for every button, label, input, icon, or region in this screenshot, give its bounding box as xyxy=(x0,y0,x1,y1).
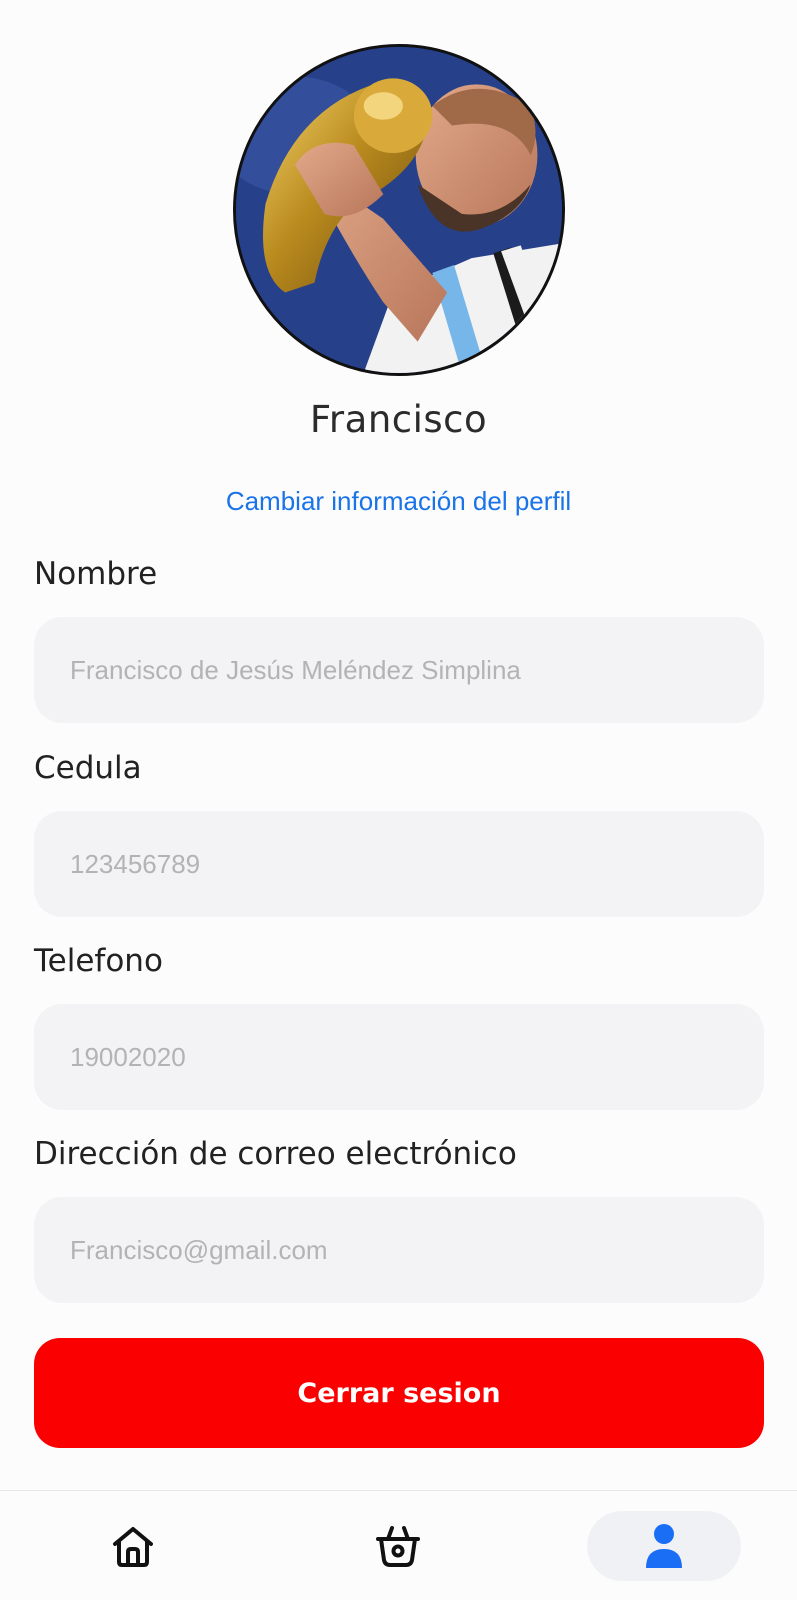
user-icon xyxy=(646,1524,682,1568)
correo-input[interactable] xyxy=(70,1234,764,1266)
cedula-input[interactable] xyxy=(70,848,764,880)
nombre-field[interactable] xyxy=(34,617,764,723)
profile-name: Francisco xyxy=(309,398,488,441)
bottom-nav xyxy=(0,1490,797,1600)
correo-label: Dirección de correo electrónico xyxy=(34,1136,517,1172)
telefono-field[interactable] xyxy=(34,1004,764,1110)
nombre-label: Nombre xyxy=(34,556,158,592)
nav-profile[interactable] xyxy=(587,1511,741,1581)
profile-avatar[interactable] xyxy=(233,44,565,376)
nombre-input[interactable] xyxy=(70,654,764,686)
logout-button[interactable]: Cerrar sesion xyxy=(34,1338,764,1448)
cedula-field[interactable] xyxy=(34,811,764,917)
edit-profile-link[interactable]: Cambiar información del perfil xyxy=(0,486,797,517)
profile-page: Francisco Cambiar información del perfil… xyxy=(0,0,797,1600)
correo-field[interactable] xyxy=(34,1197,764,1303)
telefono-label: Telefono xyxy=(34,943,163,979)
basket-icon xyxy=(376,1526,420,1567)
nav-basket[interactable] xyxy=(360,1511,436,1581)
home-icon xyxy=(113,1527,153,1567)
cedula-label: Cedula xyxy=(34,750,142,786)
telefono-input[interactable] xyxy=(70,1041,764,1073)
nav-home[interactable] xyxy=(95,1511,171,1581)
avatar-photo xyxy=(236,47,562,373)
